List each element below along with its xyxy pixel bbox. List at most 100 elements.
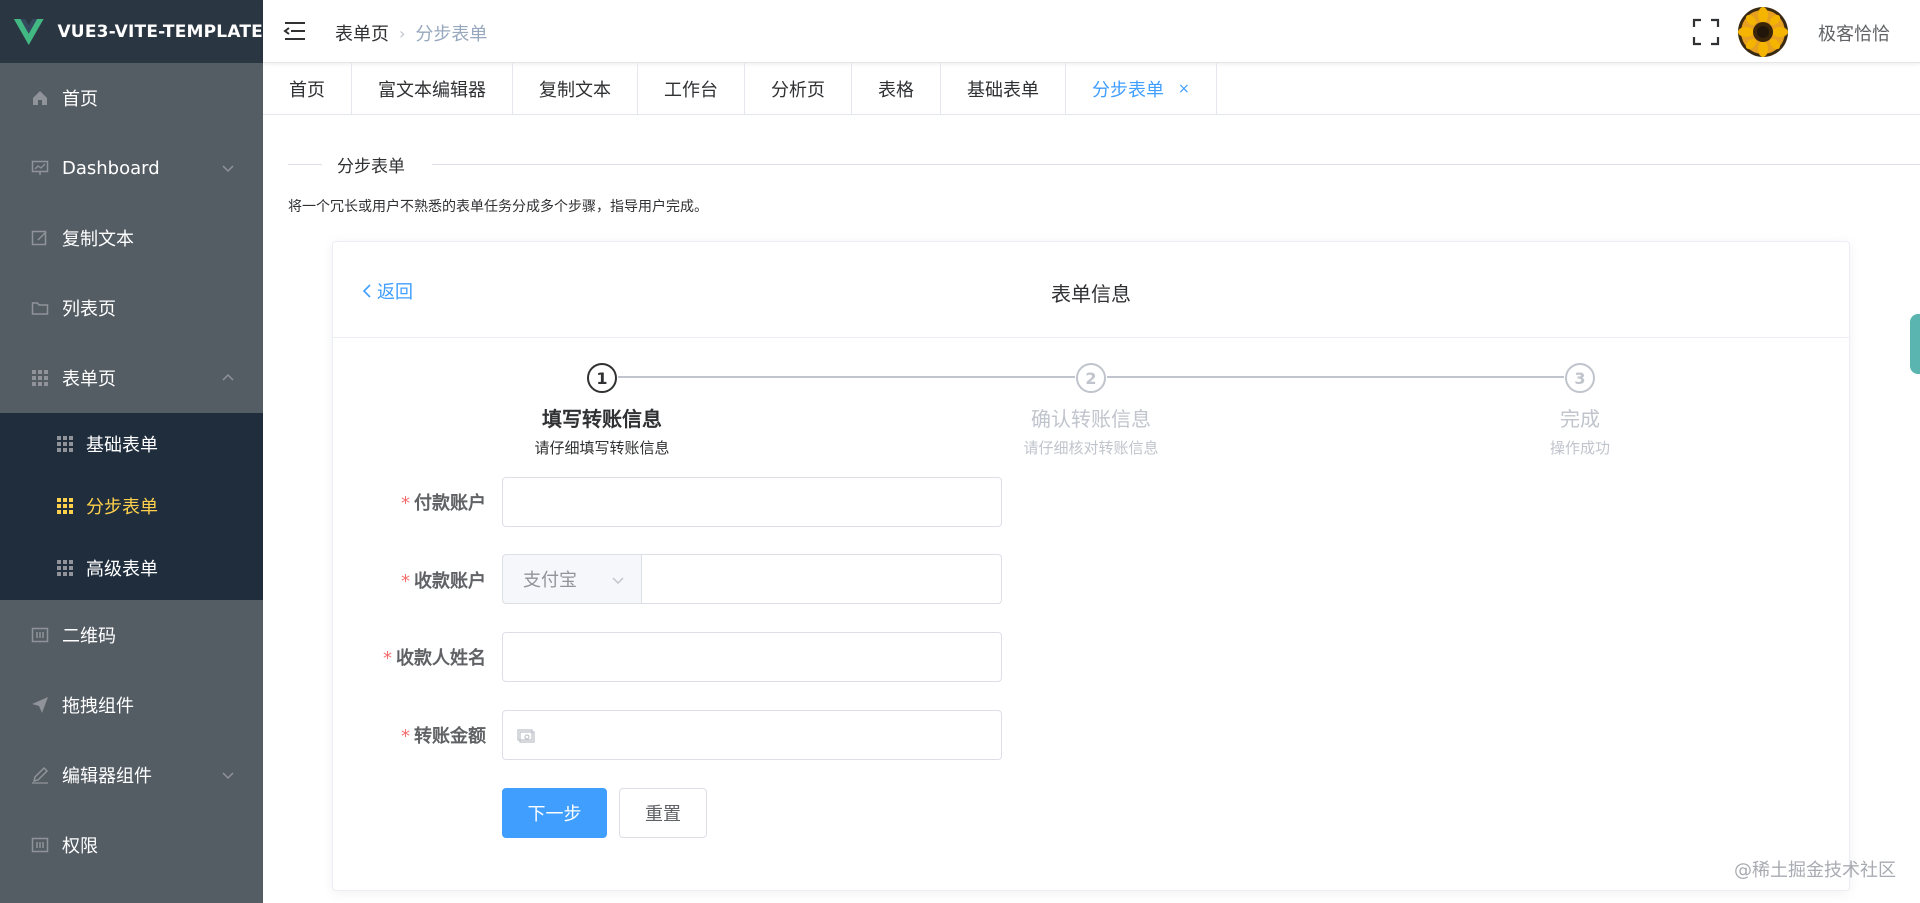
payee-account-input[interactable] xyxy=(641,554,1002,604)
amount-label: * 转账金额 xyxy=(266,722,486,748)
lock-icon xyxy=(30,835,50,855)
amount-input[interactable] xyxy=(502,710,1002,760)
send-icon xyxy=(30,695,50,715)
sidebar-item-label: 权限 xyxy=(62,836,98,857)
payee-type-value: 支付宝 xyxy=(523,570,577,591)
tab-step-form[interactable]: 分步表单 × xyxy=(1066,63,1217,115)
breadcrumb-separator-icon: › xyxy=(399,23,406,43)
sidebar-item-home[interactable]: 首页 xyxy=(0,63,263,133)
grid-icon xyxy=(57,498,73,514)
tab-label: 分析页 xyxy=(771,80,825,101)
sidebar-subitem-advanced-form[interactable]: 高级表单 xyxy=(0,537,263,599)
close-icon[interactable]: × xyxy=(1178,81,1190,97)
chevron-up-icon xyxy=(222,373,234,381)
page-description: 将一个冗长或用户不熟悉的表单任务分成多个步骤，指导用户完成。 xyxy=(288,199,708,215)
page-title: 分步表单 xyxy=(337,157,405,177)
top-header: 表单页 › 分步表单 极客恰恰 xyxy=(263,0,1920,63)
chevron-down-icon xyxy=(612,577,624,585)
payer-account-label: * 付款账户 xyxy=(266,489,486,515)
breadcrumb: 表单页 › 分步表单 xyxy=(335,20,487,46)
tab-label: 复制文本 xyxy=(539,80,611,101)
tabs-bar: 首页 富文本编辑器 复制文本 工作台 分析页 表格 基础表单 分步表单 × xyxy=(263,63,1920,115)
label-text: 付款账户 xyxy=(414,493,486,514)
tab-copy-text[interactable]: 复制文本 xyxy=(513,63,638,115)
sidebar-item-dashboard[interactable]: Dashboard xyxy=(0,133,263,203)
payer-account-input[interactable] xyxy=(502,477,1002,527)
sidebar-item-copy-text[interactable]: 复制文本 xyxy=(0,203,263,273)
tab-analysis[interactable]: 分析页 xyxy=(745,63,852,115)
sidebar-item-label: 列表页 xyxy=(62,299,116,320)
sidebar-subitem-label: 分步表单 xyxy=(86,497,158,518)
sidebar-item-label: 表单页 xyxy=(62,369,116,390)
tab-workbench[interactable]: 工作台 xyxy=(638,63,745,115)
step-connector xyxy=(1107,376,1564,378)
next-step-button[interactable]: 下一步 xyxy=(502,788,607,838)
step-connector xyxy=(618,376,1075,378)
payee-name-input[interactable] xyxy=(502,632,1002,682)
username[interactable]: 极客恰恰 xyxy=(1818,20,1890,46)
menu-fold-icon[interactable] xyxy=(283,20,307,42)
tab-home[interactable]: 首页 xyxy=(263,63,352,115)
label-text: 收款账户 xyxy=(414,571,486,592)
step-2-description: 请仔细核对转账信息 xyxy=(1023,439,1159,457)
sidebar-item-list-page[interactable]: 列表页 xyxy=(0,273,263,343)
tab-label: 分步表单 xyxy=(1092,80,1164,101)
watermark: @稀土掘金技术社区 xyxy=(1734,860,1896,881)
label-text: 收款人姓名 xyxy=(396,648,486,669)
tab-label: 首页 xyxy=(289,80,325,101)
step-2-icon: 2 xyxy=(1076,363,1106,393)
sidebar-item-form-page[interactable]: 表单页 xyxy=(0,343,263,413)
breadcrumb-item[interactable]: 表单页 xyxy=(335,20,389,46)
sidebar-item-drag-component[interactable]: 拖拽组件 xyxy=(0,670,263,740)
step-1-description: 请仔细填写转账信息 xyxy=(534,439,670,457)
step-1-title: 填写转账信息 xyxy=(542,407,662,431)
tab-basic-form[interactable]: 基础表单 xyxy=(941,63,1066,115)
required-mark: * xyxy=(401,726,410,747)
step-2-title: 确认转账信息 xyxy=(1031,407,1151,431)
tab-rich-text-editor[interactable]: 富文本编辑器 xyxy=(352,63,513,115)
step-3-title: 完成 xyxy=(1560,407,1600,431)
form-submenu: 基础表单 分步表单 高级表单 xyxy=(0,413,263,600)
fullscreen-icon[interactable] xyxy=(1692,18,1720,46)
sidebar-item-label: 首页 xyxy=(62,89,98,110)
card-title: 表单信息 xyxy=(1051,282,1131,306)
sidebar-item-label: Dashboard xyxy=(62,157,160,179)
grid-icon xyxy=(30,368,50,388)
sidebar-item-permission[interactable]: 权限 xyxy=(0,810,263,880)
avatar[interactable] xyxy=(1738,7,1788,57)
sidebar-subitem-basic-form[interactable]: 基础表单 xyxy=(0,413,263,475)
home-icon xyxy=(30,88,50,108)
sidebar-item-editor-component[interactable]: 编辑器组件 xyxy=(0,740,263,810)
chevron-down-icon xyxy=(222,772,234,780)
grid-icon xyxy=(57,436,73,452)
sidebar-item-qrcode[interactable]: 二维码 xyxy=(0,600,263,670)
divider-line xyxy=(432,164,1920,165)
required-mark: * xyxy=(401,571,410,592)
tab-label: 工作台 xyxy=(664,80,718,101)
required-mark: * xyxy=(401,493,410,514)
money-icon xyxy=(517,729,535,743)
sidebar-subitem-label: 高级表单 xyxy=(86,559,158,580)
sidebar-item-label: 编辑器组件 xyxy=(62,766,152,787)
dashboard-icon xyxy=(30,158,50,178)
qrcode-icon xyxy=(30,625,50,645)
avatar-image-icon xyxy=(1738,7,1788,57)
side-drawer-handle[interactable] xyxy=(1910,314,1920,374)
label-text: 转账金额 xyxy=(414,726,486,747)
sidebar-subitem-step-form[interactable]: 分步表单 xyxy=(0,475,263,537)
reset-button[interactable]: 重置 xyxy=(619,788,707,838)
logo[interactable]: VUE3-VITE-TEMPLATE xyxy=(0,0,263,63)
step-1-icon: 1 xyxy=(587,363,617,393)
payee-account-label: * 收款账户 xyxy=(266,567,486,593)
tab-table[interactable]: 表格 xyxy=(852,63,941,115)
payee-type-select[interactable]: 支付宝 xyxy=(502,554,642,604)
vue-logo-icon xyxy=(13,18,44,45)
card-header: 返回 表单信息 xyxy=(333,242,1849,338)
sidebar-item-label: 拖拽组件 xyxy=(62,696,134,717)
sidebar-item-label: 复制文本 xyxy=(62,229,134,250)
grid-icon xyxy=(57,560,73,576)
sidebar: VUE3-VITE-TEMPLATE 首页 Dashboard 复制文本 列表页… xyxy=(0,0,263,903)
pen-icon xyxy=(30,765,50,785)
required-mark: * xyxy=(383,648,392,669)
breadcrumb-item: 分步表单 xyxy=(415,24,488,45)
